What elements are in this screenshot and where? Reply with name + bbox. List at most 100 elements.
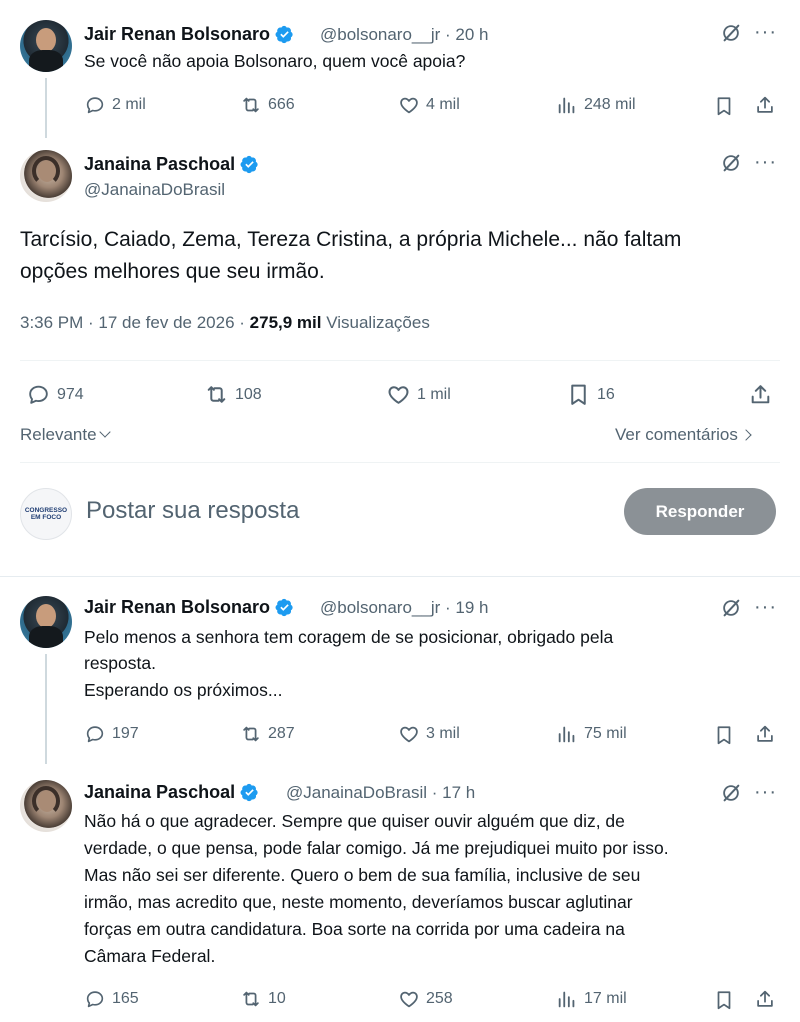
tweet-text: Se você não apoia Bolsonaro, quem você a… xyxy=(84,51,466,71)
reply-button[interactable]: 974 xyxy=(26,382,84,407)
reply-input[interactable]: Postar sua resposta xyxy=(86,497,299,525)
tweet-text-line-1: Não há o que agradecer. Sempre que quise… xyxy=(84,811,625,831)
author-handle-time[interactable]: @bolsonaro__jr · 19 h xyxy=(320,598,488,618)
divider xyxy=(20,462,780,463)
repost-count: 108 xyxy=(235,385,262,403)
like-button[interactable]: 3 mil xyxy=(398,723,460,745)
verified-badge-icon xyxy=(275,598,294,617)
repost-icon xyxy=(240,94,262,116)
tweet-timestamp[interactable]: 3:36 PM · 17 de fev de 2026 · xyxy=(20,313,250,332)
composer-avatar[interactable]: CONGRESSO EM FOCO xyxy=(20,488,72,540)
reply-icon xyxy=(26,382,51,407)
author-name[interactable]: Janaina Paschoal xyxy=(84,154,259,175)
tweet-text-line-3: Mas não sei ser diferente. Quero o bem d… xyxy=(84,865,641,885)
see-comments-label[interactable]: Ver comentários xyxy=(615,425,738,444)
like-count: 4 mil xyxy=(426,96,460,113)
avatar-janaina[interactable] xyxy=(20,150,72,202)
thread-line xyxy=(45,78,47,138)
repost-icon xyxy=(204,382,229,407)
views-button[interactable]: 17 mil xyxy=(556,988,627,1010)
chevron-down-icon xyxy=(98,426,111,438)
reply-submit-button[interactable]: Responder xyxy=(624,488,776,535)
repost-button[interactable]: 108 xyxy=(204,382,262,407)
heart-icon xyxy=(398,94,420,116)
tweet-text-line-5: forças em outra candidatura. Boa sorte n… xyxy=(84,919,625,939)
repost-button[interactable]: 10 xyxy=(240,988,286,1010)
like-button[interactable]: 1 mil xyxy=(386,382,451,407)
avatar-janaina[interactable] xyxy=(20,780,72,832)
author-name[interactable]: Janaina Paschoal xyxy=(84,782,259,803)
reply-count: 197 xyxy=(112,725,139,742)
repost-button[interactable]: 287 xyxy=(240,723,295,745)
views-count: 275,9 mil xyxy=(249,313,322,332)
share-icon[interactable] xyxy=(754,94,776,116)
reply-icon xyxy=(84,988,106,1010)
grok-icon[interactable] xyxy=(720,782,742,804)
author-handle-time[interactable]: @JanainaDoBrasil · 17 h xyxy=(286,783,475,803)
author-name[interactable]: Jair Renan Bolsonaro xyxy=(84,597,294,618)
tweet-text-line-2: resposta. xyxy=(84,653,156,673)
reply-icon xyxy=(84,723,106,745)
author-name-text[interactable]: Jair Renan Bolsonaro xyxy=(84,597,270,618)
sort-relevant-dropdown[interactable]: Relevante xyxy=(20,425,111,445)
avatar-jair[interactable] xyxy=(20,596,72,648)
tweet-text-line-4: irmão, mas acredito que, neste momento, … xyxy=(84,892,633,912)
bookmark-icon[interactable] xyxy=(713,95,735,117)
like-button[interactable]: 258 xyxy=(398,988,453,1010)
tweet-timestamp-views[interactable]: 3:36 PM · 17 de fev de 2026 · 275,9 mil … xyxy=(20,313,430,333)
share-icon[interactable] xyxy=(754,988,776,1010)
views-button[interactable]: 75 mil xyxy=(556,723,627,745)
heart-icon xyxy=(398,723,420,745)
bookmark-count: 16 xyxy=(597,385,615,403)
repost-count: 666 xyxy=(268,96,295,113)
author-name[interactable]: Jair Renan Bolsonaro xyxy=(84,24,294,45)
bookmark-icon xyxy=(566,382,591,407)
heart-icon xyxy=(398,988,420,1010)
more-options-icon[interactable]: ··· xyxy=(754,22,777,42)
share-icon[interactable] xyxy=(754,723,776,745)
reply-button[interactable]: 197 xyxy=(84,723,139,745)
verified-badge-icon xyxy=(275,25,294,44)
grok-icon[interactable] xyxy=(720,22,742,44)
reply-button[interactable]: 2 mil xyxy=(84,94,146,116)
heart-icon xyxy=(386,382,411,407)
author-name-text[interactable]: Janaina Paschoal xyxy=(84,782,235,803)
reply-count: 165 xyxy=(112,990,139,1007)
author-handle-time[interactable]: @bolsonaro__jr · 20 h xyxy=(320,25,488,45)
views-button[interactable]: 248 mil xyxy=(556,94,636,116)
reply-button[interactable]: 165 xyxy=(84,988,139,1010)
like-button[interactable]: 4 mil xyxy=(398,94,460,116)
repost-icon xyxy=(240,988,262,1010)
views-icon xyxy=(556,988,578,1010)
chevron-right-icon xyxy=(740,429,752,441)
share-icon[interactable] xyxy=(748,382,773,407)
author-name-text[interactable]: Janaina Paschoal xyxy=(84,154,235,175)
sort-relevant-label[interactable]: Relevante xyxy=(20,425,97,444)
repost-count: 287 xyxy=(268,725,295,742)
bookmark-button[interactable]: 16 xyxy=(566,382,615,407)
views-icon xyxy=(556,723,578,745)
reply-icon xyxy=(84,94,106,116)
repost-count: 10 xyxy=(268,990,286,1007)
grok-icon[interactable] xyxy=(720,152,742,174)
more-options-icon[interactable]: ··· xyxy=(754,597,777,617)
views-count: 75 mil xyxy=(584,725,627,742)
more-options-icon[interactable]: ··· xyxy=(754,152,777,172)
repost-button[interactable]: 666 xyxy=(240,94,295,116)
tweet-text-line-1: Tarcísio, Caiado, Zema, Tereza Cristina,… xyxy=(20,228,682,251)
tweet-text-line-1: Pelo menos a senhora tem coragem de se p… xyxy=(84,627,614,647)
thread-line xyxy=(45,654,47,764)
grok-icon[interactable] xyxy=(720,597,742,619)
see-comments-link[interactable]: Ver comentários xyxy=(615,425,752,445)
author-handle[interactable]: @JanainaDoBrasil xyxy=(84,180,225,200)
views-label: Visualizações xyxy=(321,313,430,332)
author-name-text[interactable]: Jair Renan Bolsonaro xyxy=(84,24,270,45)
bookmark-icon[interactable] xyxy=(713,724,735,746)
bookmark-icon[interactable] xyxy=(713,989,735,1011)
reply-count: 2 mil xyxy=(112,96,146,113)
more-options-icon[interactable]: ··· xyxy=(754,782,777,802)
tweet-text-line-2: opções melhores que seu irmão. xyxy=(20,260,325,283)
avatar-jair[interactable] xyxy=(20,20,72,72)
views-count: 17 mil xyxy=(584,990,627,1007)
composer-avatar-logo: CONGRESSO EM FOCO xyxy=(24,507,68,521)
